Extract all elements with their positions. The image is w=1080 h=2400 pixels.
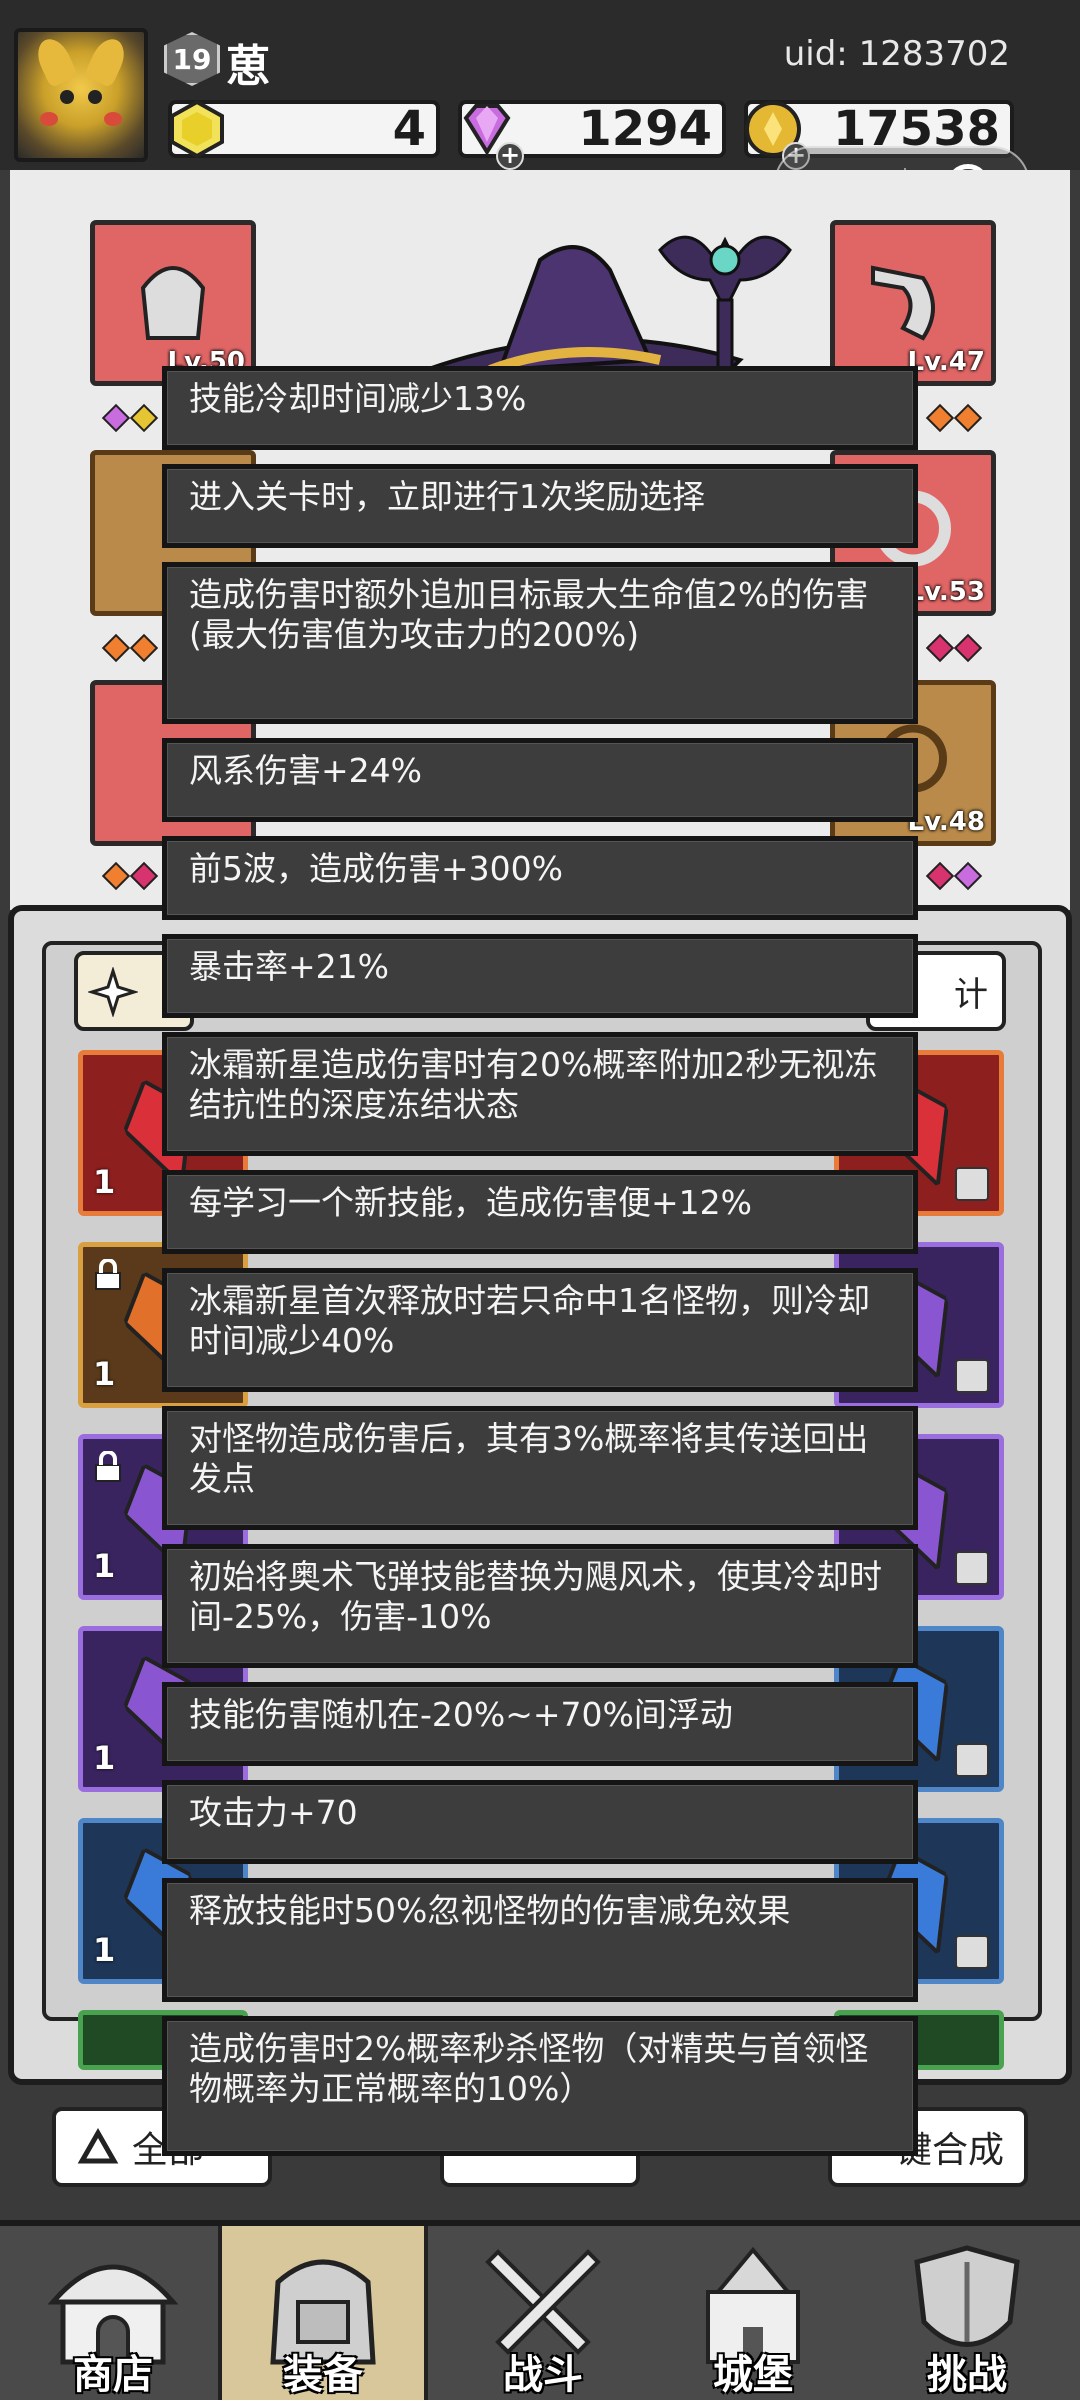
nav-castle[interactable]: 城堡 — [648, 2226, 858, 2400]
affix-line: 释放技能时50%忽视怪物的伤害减免效果 — [162, 1878, 918, 2002]
energy-value: 4 — [392, 101, 426, 157]
nav-challenge[interactable]: 挑战 — [862, 2226, 1072, 2400]
nav-battle[interactable]: 战斗 — [438, 2226, 648, 2400]
affix-line: 攻击力+70 — [162, 1780, 918, 1864]
gem-type-badge — [955, 1551, 989, 1585]
item-count: 1 — [93, 1547, 116, 1585]
player-name: 葸 — [226, 41, 270, 92]
item-count: 1 — [93, 1931, 116, 1969]
affix-line: 风系伤害+24% — [162, 738, 918, 822]
bracer-icon — [871, 265, 935, 341]
nav-label: 商店 — [73, 2352, 153, 2398]
nav-shop[interactable]: 商店 — [8, 2226, 218, 2400]
affix-line: 技能冷却时间减少13% — [162, 366, 918, 450]
nav-label: 城堡 — [713, 2352, 793, 2398]
gem-sockets — [925, 403, 983, 433]
chevron-up-icon — [77, 2127, 119, 2164]
equip-slot-weapon[interactable]: Lv.47 — [830, 220, 996, 386]
gem-type-badge — [955, 1743, 989, 1777]
nav-label: 战斗 — [503, 2352, 583, 2398]
sparkle-icon — [88, 967, 138, 1017]
gem-sockets — [925, 633, 983, 663]
top-header: 19 葸 uid: 1283702 4 + 1294 + 17538 — [0, 0, 1080, 170]
item-count: 1 — [93, 1163, 116, 1201]
affix-line: 每学习一个新技能，造成伤害便+12% — [162, 1170, 918, 1254]
affix-line: 前5波，造成伤害+300% — [162, 836, 918, 920]
bottom-nav: 商店 装备 战斗 城堡 挑战 — [0, 2220, 1080, 2400]
affix-line: 初始将奥术飞弹技能替换为飓风术，使其冷却时间-25%，伤害-10% — [162, 1544, 918, 1668]
player-avatar[interactable] — [14, 28, 148, 162]
item-count: 1 — [93, 1739, 116, 1777]
affix-line: 技能伤害随机在-20%~+70%间浮动 — [162, 1682, 918, 1766]
player-uid: uid: 1283702 — [783, 34, 1010, 74]
nav-equipment[interactable]: 装备 — [218, 2226, 428, 2400]
diamond-add-button[interactable]: + — [496, 142, 524, 170]
nav-label: 装备 — [283, 2352, 363, 2398]
item-count: 1 — [93, 1355, 116, 1393]
gem-type-badge — [955, 1935, 989, 1969]
affix-line: 对怪物造成伤害后，其有3%概率将其传送回出发点 — [162, 1406, 918, 1530]
gem-sockets — [101, 403, 159, 433]
gem-sockets — [101, 633, 159, 663]
energy-bar: 4 — [168, 99, 440, 159]
player-level-badge: 19 — [164, 32, 220, 86]
affix-line: 造成伤害时2%概率秒杀怪物（对精英与首领怪物概率为正常概率的10%） — [162, 2016, 918, 2156]
equip-level: Lv.48 — [907, 807, 985, 837]
affix-line: 暴击率+21% — [162, 934, 918, 1018]
diamond-value: 1294 — [578, 101, 712, 157]
affix-tooltip-list: 技能冷却时间减少13% 进入关卡时，立即进行1次奖励选择 造成伤害时额外追加目标… — [162, 366, 918, 2156]
equip-level: Lv.47 — [907, 347, 985, 377]
equip-slot-helmet[interactable]: Lv.50 — [90, 220, 256, 386]
affix-line: 冰霜新星造成伤害时有20%概率附加2秒无视冻结抗性的深度冻结状态 — [162, 1032, 918, 1156]
helmet-icon — [140, 266, 206, 340]
diamond-bar: + 1294 — [458, 100, 726, 170]
equip-level: Lv.53 — [907, 577, 985, 607]
affix-line: 进入关卡时，立即进行1次奖励选择 — [162, 464, 918, 548]
affix-line: 冰霜新星首次释放时若只命中1名怪物，则冷却时间减少40% — [162, 1268, 918, 1392]
gem-sockets — [101, 861, 159, 891]
gem-type-badge — [955, 1167, 989, 1201]
affix-line: 造成伤害时额外追加目标最大生命值2%的伤害(最大伤害值为攻击力的200%) — [162, 562, 918, 724]
energy-icon — [170, 99, 224, 159]
nav-label: 挑战 — [927, 2352, 1007, 2398]
gem-type-badge — [955, 1359, 989, 1393]
gem-sockets — [925, 861, 983, 891]
